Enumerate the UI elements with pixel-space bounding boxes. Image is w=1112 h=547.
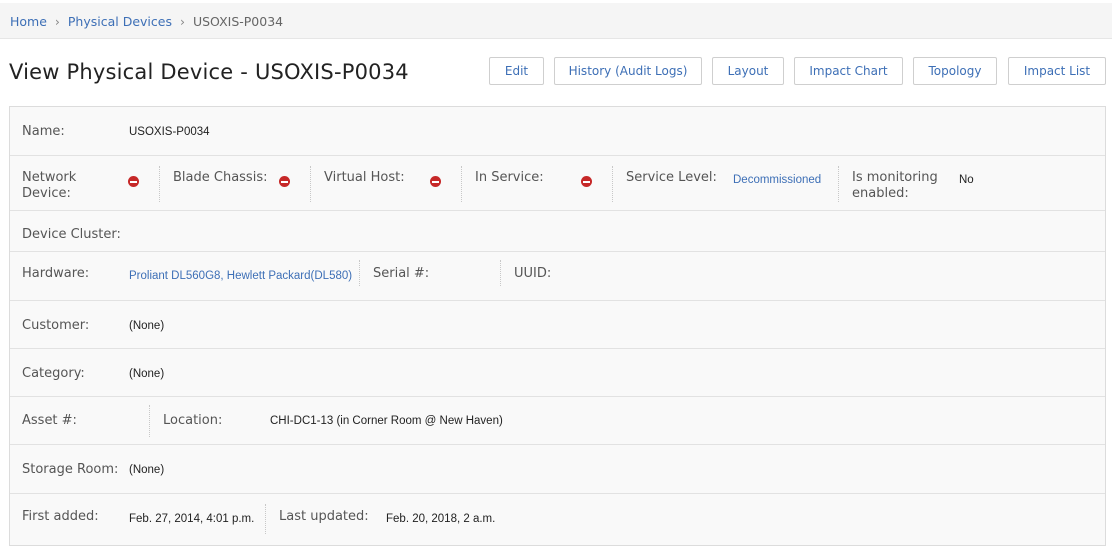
page-title: View Physical Device - USOXIS-P0034 bbox=[9, 60, 409, 84]
no-entry-icon bbox=[581, 176, 592, 187]
location-label: Location: bbox=[163, 413, 223, 428]
divider bbox=[265, 504, 266, 534]
last-updated-value: Feb. 20, 2018, 2 a.m. bbox=[386, 513, 496, 525]
row-category: Category: (None) bbox=[10, 349, 1105, 397]
storage-room-value: (None) bbox=[129, 464, 165, 476]
row-device-cluster: Device Cluster: bbox=[10, 211, 1105, 252]
service-level-value[interactable]: Decommissioned bbox=[733, 173, 821, 187]
service-level-label: Service Level: bbox=[626, 170, 717, 185]
divider bbox=[838, 166, 839, 202]
row-hardware: Hardware: Proliant DL560G8, Hewlett Pack… bbox=[10, 252, 1105, 301]
last-updated-label: Last updated: bbox=[279, 509, 369, 524]
category-label: Category: bbox=[22, 366, 85, 381]
breadcrumb-separator: › bbox=[54, 14, 60, 29]
breadcrumb-home-link[interactable]: Home bbox=[10, 14, 47, 29]
row-asset-location: Asset #: Location: CHI-DC1-13 (in Corner… bbox=[10, 397, 1105, 445]
divider bbox=[159, 166, 160, 202]
location-value: CHI-DC1-13 (in Corner Room @ New Haven) bbox=[270, 415, 503, 427]
customer-value: (None) bbox=[129, 320, 165, 332]
name-label: Name: bbox=[22, 124, 65, 139]
hardware-value[interactable]: Proliant DL560G8, Hewlett Packard(DL580) bbox=[129, 269, 352, 283]
breadcrumb: Home › Physical Devices › USOXIS-P0034 bbox=[0, 3, 1112, 39]
uuid-label: UUID: bbox=[514, 266, 552, 281]
row-flags: Network Device: Blade Chassis: Virtual H… bbox=[10, 156, 1105, 211]
divider bbox=[461, 166, 462, 202]
category-value: (None) bbox=[129, 368, 165, 380]
monitoring-enabled-label: Is monitoring enabled: bbox=[852, 170, 938, 201]
no-entry-icon bbox=[128, 176, 139, 187]
impact-chart-button[interactable]: Impact Chart bbox=[794, 57, 903, 85]
device-cluster-label: Device Cluster: bbox=[22, 227, 121, 242]
layout-button[interactable]: Layout bbox=[712, 57, 784, 85]
blade-chassis-label: Blade Chassis: bbox=[173, 170, 268, 185]
row-name: Name: USOXIS-P0034 bbox=[10, 107, 1105, 156]
divider bbox=[359, 260, 360, 286]
topology-button[interactable]: Topology bbox=[913, 57, 997, 85]
no-entry-icon bbox=[279, 176, 290, 187]
serial-label: Serial #: bbox=[373, 266, 430, 281]
divider bbox=[500, 260, 501, 286]
divider bbox=[612, 166, 613, 202]
history-audit-logs-button[interactable]: History (Audit Logs) bbox=[554, 57, 702, 85]
asset-label: Asset #: bbox=[22, 413, 77, 428]
breadcrumb-current: USOXIS-P0034 bbox=[192, 14, 284, 29]
name-value: USOXIS-P0034 bbox=[129, 126, 210, 138]
breadcrumb-physical-devices-link[interactable]: Physical Devices bbox=[68, 14, 172, 29]
monitoring-enabled-value: No bbox=[959, 174, 974, 186]
edit-button[interactable]: Edit bbox=[489, 57, 544, 85]
customer-label: Customer: bbox=[22, 318, 90, 333]
divider bbox=[149, 405, 150, 437]
row-customer: Customer: (None) bbox=[10, 301, 1105, 349]
no-entry-icon bbox=[430, 176, 441, 187]
row-dates: First added: Feb. 27, 2014, 4:01 p.m. La… bbox=[10, 494, 1105, 547]
row-storage-room: Storage Room: (None) bbox=[10, 445, 1105, 494]
first-added-value: Feb. 27, 2014, 4:01 p.m. bbox=[129, 513, 255, 525]
network-device-label: Network Device: bbox=[22, 170, 77, 201]
device-details-panel: Name: USOXIS-P0034 Network Device: Blade… bbox=[9, 106, 1106, 546]
first-added-label: First added: bbox=[22, 509, 99, 524]
virtual-host-label: Virtual Host: bbox=[324, 170, 405, 185]
impact-list-button[interactable]: Impact List bbox=[1008, 57, 1106, 85]
storage-room-label: Storage Room: bbox=[22, 462, 119, 477]
in-service-label: In Service: bbox=[475, 170, 544, 185]
hardware-label: Hardware: bbox=[22, 266, 90, 281]
breadcrumb-separator: › bbox=[179, 14, 185, 29]
divider bbox=[310, 166, 311, 202]
